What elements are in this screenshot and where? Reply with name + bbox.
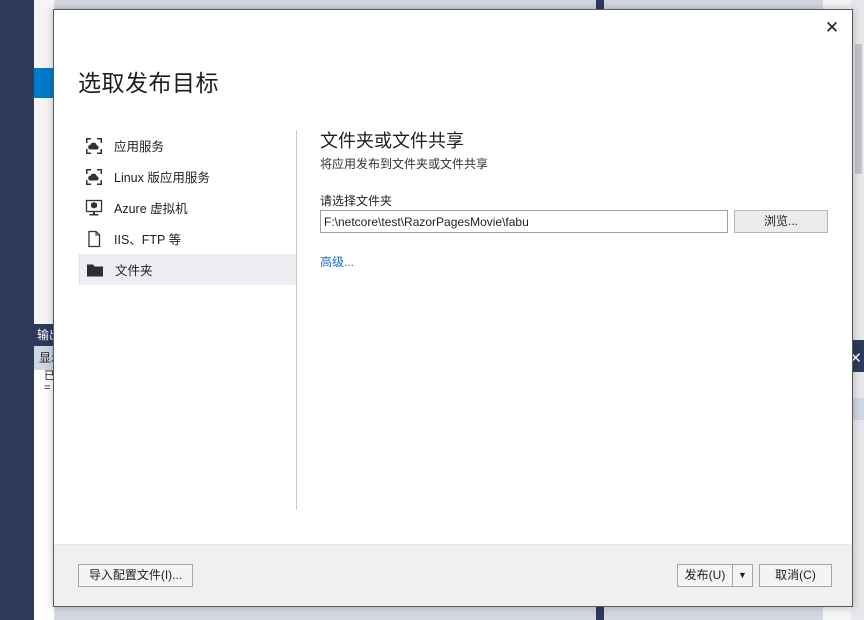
nav-item-app-service-linux[interactable]: Linux 版应用服务 [79,161,296,192]
cancel-button[interactable]: 取消(C) [759,564,832,587]
document-icon [85,230,103,248]
close-button[interactable]: ✕ [822,18,842,38]
target-nav-list: 应用服务 Linux 版应用服务 Azure 虚拟机 IIS、FTP 等 文件夹 [79,130,296,285]
app-service-icon [85,137,103,155]
publish-button[interactable]: 发布(U) [677,564,733,587]
nav-item-iis-ftp[interactable]: IIS、FTP 等 [79,223,296,254]
chevron-down-icon: ▼ [738,570,747,580]
nav-item-label: IIS、FTP 等 [114,233,182,247]
ide-left-strip [0,0,34,620]
panel-subheading: 将应用发布到文件夹或文件共享 [320,157,489,171]
close-icon: ✕ [824,18,840,37]
folder-target-panel: 文件夹或文件共享 将应用发布到文件夹或文件共享 请选择文件夹 浏览... 高级.… [320,130,830,269]
folder-icon [86,261,104,279]
advanced-link[interactable]: 高级... [320,253,354,270]
dialog-footer: 导入配置文件(I)... 发布(U) ▼ 取消(C) [54,544,852,606]
nav-item-label: 文件夹 [115,264,153,278]
ide-divider-bottom [596,606,604,620]
nav-item-app-service[interactable]: 应用服务 [79,130,296,161]
folder-path-input[interactable] [320,210,728,233]
output-window-title: 输出 [34,324,54,346]
ide-scrollbar-thumb[interactable] [855,44,862,174]
import-profile-button[interactable]: 导入配置文件(I)... [78,564,193,587]
nav-item-folder[interactable]: 文件夹 [79,254,296,285]
nav-item-label: Linux 版应用服务 [114,171,210,185]
dialog-title: 选取发布目标 [78,71,219,97]
panel-heading: 文件夹或文件共享 [320,131,464,152]
virtual-machine-icon [85,199,103,217]
folder-label: 请选择文件夹 [320,194,393,208]
publish-target-dialog: ✕ 选取发布目标 应用服务 Linux 版应用服务 Azure 虚拟机 IIS、… [53,9,853,607]
publish-dropdown-button[interactable]: ▼ [733,564,753,587]
nav-item-label: 应用服务 [114,140,165,154]
app-service-linux-icon [85,168,103,186]
browse-button[interactable]: 浏览... [734,210,828,233]
ide-selected-item [34,68,54,98]
nav-divider [296,130,297,510]
nav-item-azure-vm[interactable]: Azure 虚拟机 [79,192,296,223]
output-window-body: 已 = [34,370,54,620]
nav-item-label: Azure 虚拟机 [114,202,188,216]
output-window-toolbar: 显示 [34,346,54,370]
